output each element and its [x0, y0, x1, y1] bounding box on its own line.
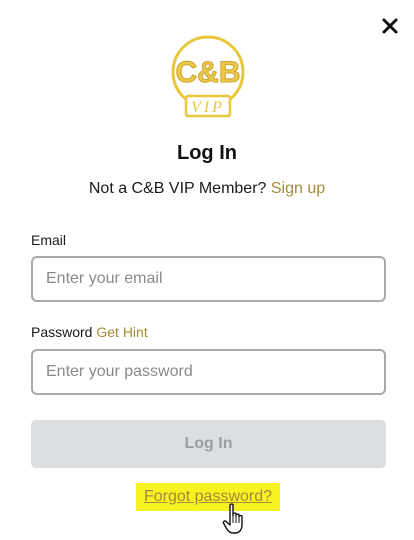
- email-label: Email: [31, 232, 67, 248]
- signup-prompt-text: Not a C&B VIP Member?: [88, 180, 267, 197]
- email-field[interactable]: [31, 256, 386, 302]
- mouse-cursor: [222, 503, 248, 535]
- logo-text-top: C&B: [176, 56, 241, 89]
- password-label-row: Password Get Hint: [31, 324, 148, 340]
- forgot-password-highlight: Forgot password?: [136, 483, 280, 511]
- password-field[interactable]: [31, 349, 386, 395]
- login-button[interactable]: Log In: [31, 420, 386, 468]
- signup-link[interactable]: Sign up: [271, 180, 325, 197]
- password-label: Password: [31, 324, 93, 340]
- page-title: Log In: [177, 142, 237, 164]
- brand-logo: C&B VIP: [168, 34, 248, 120]
- close-button[interactable]: [378, 14, 402, 38]
- logo-text-bottom: VIP: [191, 99, 225, 116]
- signup-prompt: Not a C&B VIP Member? Sign up: [0, 180, 414, 198]
- forgot-password-link[interactable]: Forgot password?: [144, 488, 272, 505]
- close-icon: [382, 18, 398, 34]
- get-hint-link[interactable]: Get Hint: [96, 324, 147, 340]
- hand-pointer-icon: [222, 503, 243, 534]
